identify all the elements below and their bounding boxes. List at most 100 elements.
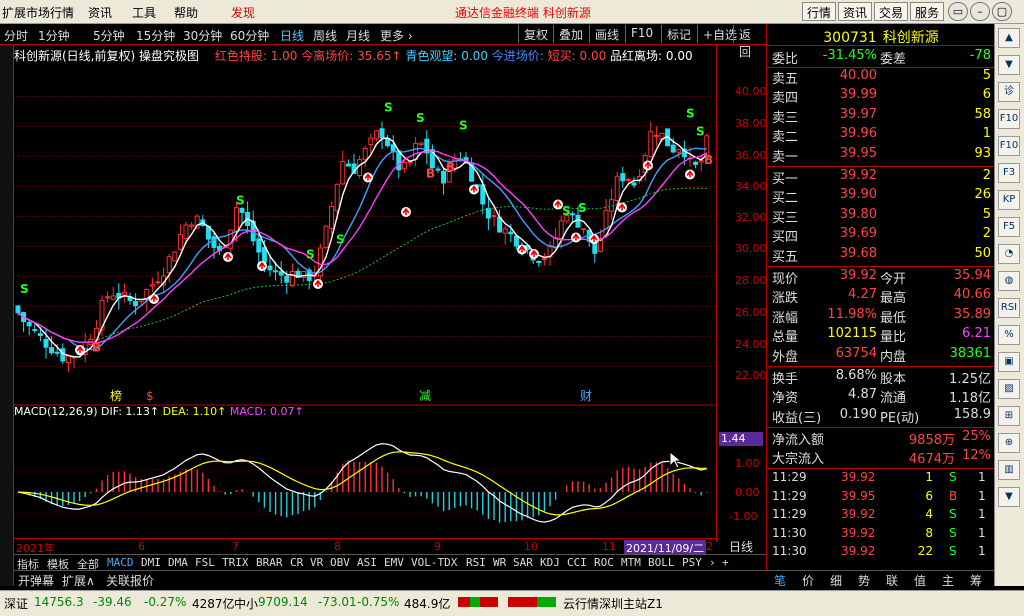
stat-label: 今开 [880, 272, 907, 287]
side-tool-icon[interactable]: KP [998, 190, 1020, 210]
more-periods[interactable]: 更多 › [380, 27, 413, 44]
stat-value: 35.94 [953, 268, 991, 283]
indicator-tab[interactable]: VR [310, 556, 323, 569]
side-tool-icon[interactable]: RSI [998, 298, 1020, 318]
title-ticker: 通达信金融终端 科创新源 [455, 6, 591, 20]
indicator-tab[interactable]: › [709, 556, 716, 569]
period-tab[interactable]: 5分钟 [93, 27, 125, 44]
indicator-tab[interactable]: RSI [466, 556, 486, 569]
side-tool-icon[interactable]: ⊞ [998, 406, 1020, 426]
quote-tab[interactable]: 价 [802, 572, 814, 589]
indicator-tab[interactable]: MACD [107, 556, 134, 569]
side-tool-icon[interactable]: ▣ [998, 352, 1020, 372]
candle-body [385, 138, 391, 147]
side-tool-icon[interactable]: ▲ [998, 28, 1020, 48]
quote-tab[interactable]: 联 [886, 572, 898, 589]
quote-tab[interactable]: 势 [858, 572, 870, 589]
period-tab[interactable]: 1分钟 [38, 27, 70, 44]
bid-volume: 26 [974, 187, 991, 203]
price-tick: 38.00 [735, 117, 767, 130]
quote-panel: 300731 科创新源 委比 -31.45% 委差 -78 卖五 40.00 5 卖四 39.99 6… [766, 24, 995, 586]
kline-svg[interactable]: SSSSSSSS SSSBB BB榜 $ 减财 [14, 64, 716, 542]
overlay-button[interactable]: 叠加 [553, 25, 588, 43]
side-tool-icon[interactable]: ▨ [998, 379, 1020, 399]
quote-tab[interactable]: 主 [942, 572, 954, 589]
adjust-button[interactable]: 复权 [518, 25, 553, 43]
index-zx-name: 中小 [234, 597, 259, 611]
service-button[interactable]: 服务 [910, 2, 945, 21]
indicator-tab[interactable]: ASI [357, 556, 377, 569]
side-tool-icon[interactable]: ◔ [998, 244, 1020, 264]
quote-tab[interactable]: 笔 [774, 572, 786, 589]
menu-help[interactable]: 帮助 [174, 4, 198, 21]
indicator-tab[interactable]: FSL [195, 556, 215, 569]
indicator-tab[interactable]: SAR [513, 556, 533, 569]
side-tool-icon[interactable]: ◍ [998, 271, 1020, 291]
quote-tab[interactable]: 值 [914, 572, 926, 589]
server-name[interactable]: 云行情深圳主站Z1 [563, 595, 663, 612]
indicator-tab[interactable]: + [722, 556, 729, 569]
indicator-tab[interactable]: CCI [567, 556, 587, 569]
side-tool-icon[interactable]: F5 [998, 217, 1020, 237]
indicator-tab[interactable]: KDJ [540, 556, 560, 569]
bid-price: 39.69 [839, 226, 877, 242]
quote-tab[interactable]: 筹 [970, 572, 982, 589]
trade-button[interactable]: 交易 [874, 2, 909, 21]
indicator-tab[interactable]: BRAR [256, 556, 283, 569]
side-tool-icon[interactable]: F10 [998, 109, 1020, 129]
stock-name: 科创新源 [882, 30, 939, 46]
side-tool-icon[interactable]: F3 [998, 163, 1020, 183]
menu-info[interactable]: 资讯 [88, 4, 112, 21]
expand-button[interactable]: 扩展∧ [62, 572, 95, 589]
maximize-icon[interactable]: ▢ [992, 2, 1012, 21]
side-tool-icon[interactable]: % [998, 325, 1020, 345]
quote-tab[interactable]: 细 [830, 572, 842, 589]
side-tool-icon[interactable]: ▥ [998, 460, 1020, 480]
f10-button[interactable]: F10 [625, 25, 658, 43]
side-tool-icon[interactable]: ▼ [998, 55, 1020, 75]
tick-count: 1 [978, 470, 986, 484]
draw-button[interactable]: 画线 [589, 25, 624, 43]
candle-body [256, 238, 262, 253]
indicator-tab[interactable]: BOLL [648, 556, 675, 569]
indicator-tab[interactable]: ROC [594, 556, 614, 569]
stat-value: 8.68% [835, 368, 877, 383]
indicator-tab[interactable]: DMI [141, 556, 161, 569]
indicator-tab[interactable]: TRIX [222, 556, 249, 569]
indicator-tab[interactable]: DMA [168, 556, 188, 569]
side-tool-icon[interactable]: 诊 [998, 82, 1020, 102]
side-tool-icon[interactable]: F10 [998, 136, 1020, 156]
back-button[interactable]: 返回 [733, 25, 766, 59]
indicator-tab[interactable]: WR [493, 556, 506, 569]
mark-button[interactable]: 标记 [661, 25, 696, 43]
news-button[interactable]: 资讯 [838, 2, 873, 21]
period-tab[interactable]: 60分钟 [230, 27, 269, 44]
linked-quote-button[interactable]: 关联报价 [106, 572, 154, 589]
restore-icon[interactable]: ▭ [948, 2, 968, 21]
macd-tick: 1.00 [735, 457, 760, 470]
period-tab[interactable]: 月线 [346, 27, 370, 44]
menu-tools[interactable]: 工具 [132, 4, 156, 21]
danmaku-button[interactable]: 开弹幕 [18, 572, 54, 589]
indicator-tab[interactable]: PSY [682, 556, 702, 569]
indicator-tab[interactable]: VOL-TDX [411, 556, 457, 569]
indicator-tab[interactable]: CR [290, 556, 303, 569]
period-tab[interactable]: 15分钟 [136, 27, 175, 44]
menu-extended-market[interactable]: 扩展市场行情 [2, 4, 74, 21]
indicator-tab[interactable]: OBV [330, 556, 350, 569]
current-macd-label: 1.44 [719, 432, 763, 446]
period-tab[interactable]: 周线 [313, 27, 337, 44]
candle-body [323, 225, 329, 248]
period-tab[interactable]: 30分钟 [183, 27, 222, 44]
kline-chart-area[interactable]: S S S S S S S S S S S B B B B 榜 $ 减财 [14, 64, 716, 542]
indicator-tab[interactable]: EMV [384, 556, 404, 569]
candle-body [105, 296, 111, 299]
side-tool-icon[interactable]: ⊕ [998, 433, 1020, 453]
period-tab-active[interactable]: 日线 [280, 27, 304, 44]
menu-discover[interactable]: 发现 [231, 4, 255, 21]
quote-button[interactable]: 行情 [802, 2, 837, 21]
period-tab[interactable]: 分时 [4, 27, 28, 44]
side-tool-icon[interactable]: ▼ [998, 487, 1020, 507]
indicator-tab[interactable]: MTM [621, 556, 641, 569]
minimize-icon[interactable]: – [970, 2, 990, 21]
